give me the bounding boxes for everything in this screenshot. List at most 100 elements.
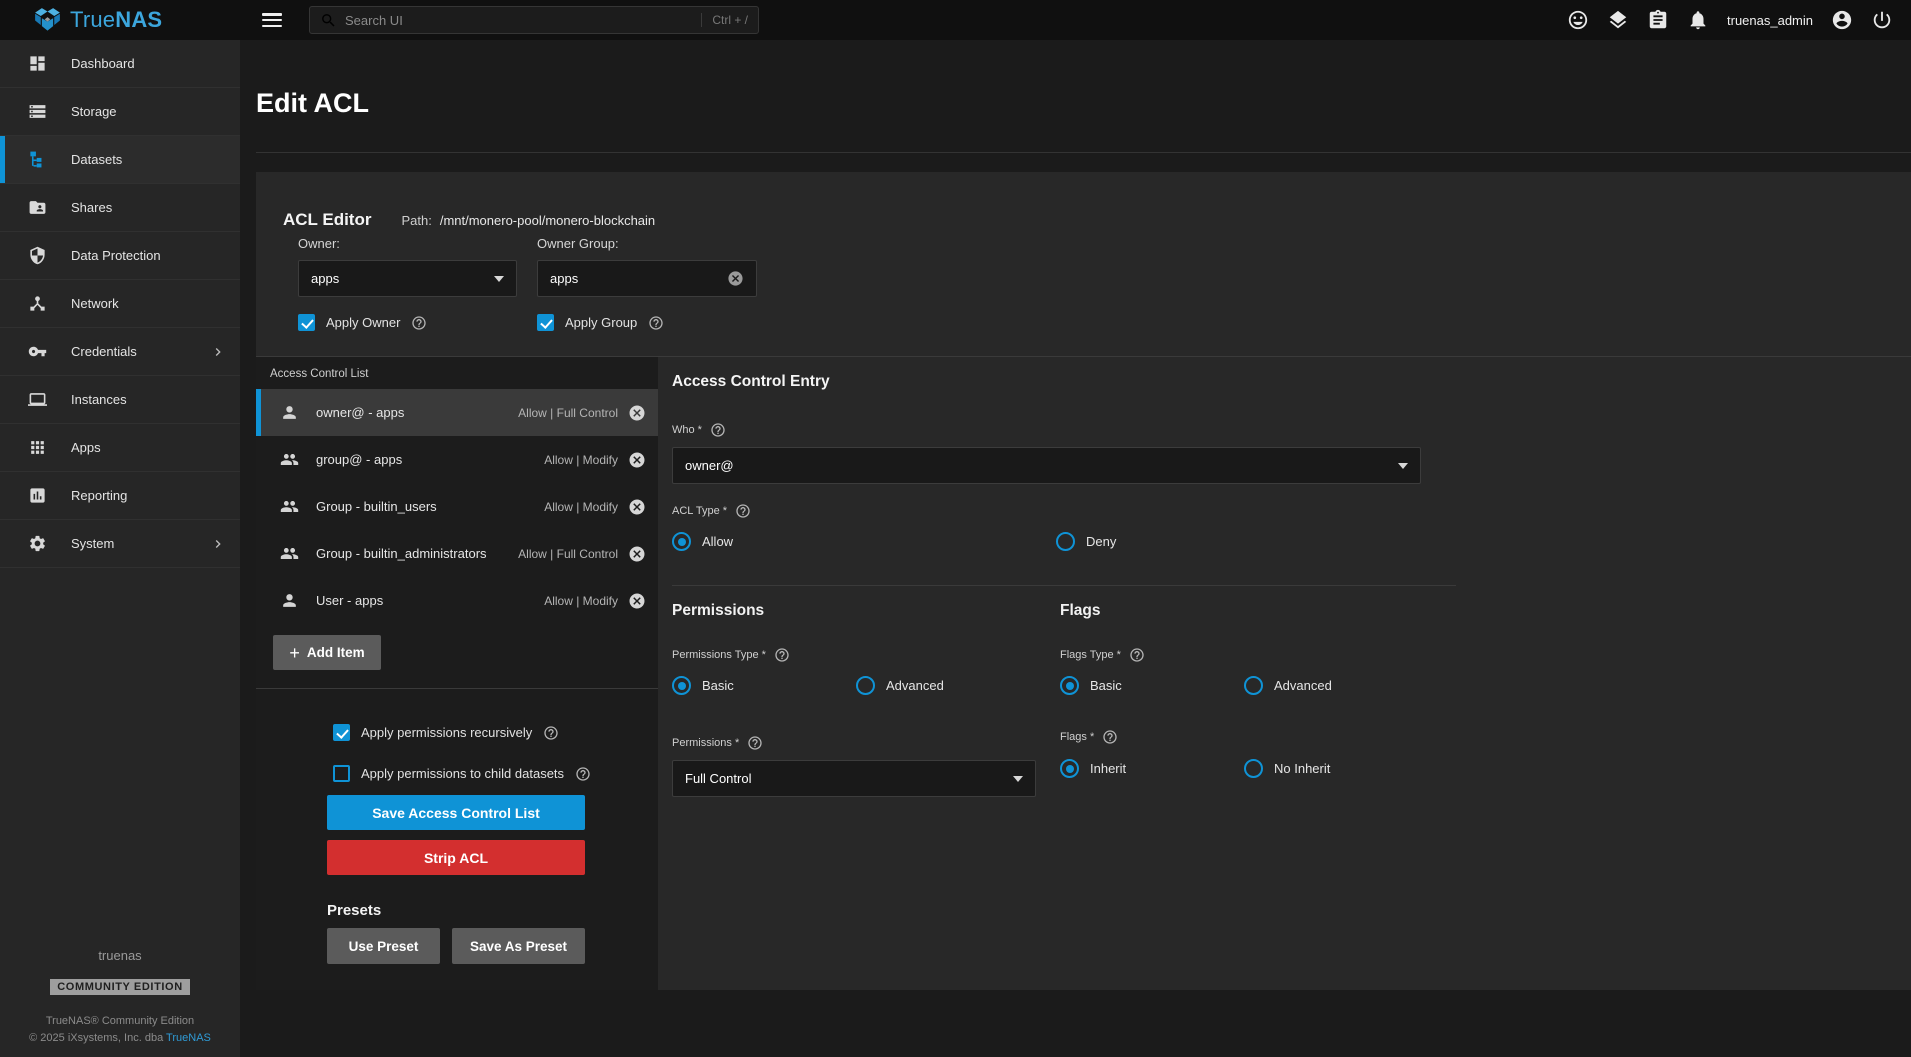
system-gear-icon bbox=[28, 534, 47, 553]
truecommand-layers-icon[interactable] bbox=[1607, 9, 1629, 31]
help-icon[interactable] bbox=[710, 422, 726, 438]
acl-type-label: ACL Type * bbox=[672, 503, 1911, 519]
jobs-clipboard-icon[interactable] bbox=[1647, 9, 1669, 31]
who-select[interactable]: owner@ bbox=[672, 447, 1421, 484]
radio-unselected-icon bbox=[1244, 759, 1263, 778]
acl-type-radio-group: Allow Deny bbox=[672, 532, 1911, 551]
search-shortcut-hint: Ctrl + / bbox=[701, 13, 748, 27]
truenas-app: TrueNAS Ctrl + / truenas_admin Dashboard… bbox=[0, 0, 1911, 1057]
path-label: Path: bbox=[401, 213, 431, 228]
permissions-select[interactable]: Full Control bbox=[672, 760, 1036, 797]
chevron-right-icon bbox=[210, 536, 226, 552]
truenas-link[interactable]: TrueNAS bbox=[166, 1032, 211, 1044]
help-icon[interactable] bbox=[411, 315, 427, 331]
apply-to-children-checkbox[interactable]: Apply permissions to child datasets bbox=[333, 765, 658, 782]
acl-entry-row[interactable]: owner@ - apps Allow | Full Control bbox=[256, 389, 658, 436]
sidebar-item-storage[interactable]: Storage bbox=[0, 88, 240, 136]
apply-recursively-checkbox[interactable]: Apply permissions recursively bbox=[333, 724, 658, 741]
radio-deny[interactable]: Deny bbox=[1056, 532, 1116, 551]
plus-icon: + bbox=[289, 644, 300, 662]
sidebar-item-data-protection[interactable]: Data Protection bbox=[0, 232, 240, 280]
help-icon[interactable] bbox=[575, 766, 591, 782]
permissions-label: Permissions * bbox=[672, 735, 1060, 751]
radio-permissions-basic[interactable]: Basic bbox=[672, 676, 856, 695]
owner-group-input[interactable]: apps bbox=[537, 260, 757, 297]
group-icon bbox=[280, 497, 299, 516]
clear-x-icon[interactable] bbox=[727, 270, 744, 287]
delete-x-icon[interactable] bbox=[628, 404, 646, 422]
dropdown-caret-icon bbox=[1398, 463, 1408, 469]
help-icon[interactable] bbox=[1102, 729, 1118, 745]
help-icon[interactable] bbox=[648, 315, 664, 331]
use-preset-button[interactable]: Use Preset bbox=[327, 928, 440, 964]
truenas-logo[interactable]: TrueNAS bbox=[0, 7, 240, 33]
network-icon bbox=[28, 294, 47, 313]
acl-entry-row[interactable]: group@ - apps Allow | Modify bbox=[256, 436, 658, 483]
permissions-type-label: Permissions Type * bbox=[672, 647, 1060, 663]
acl-editor-card: ACL Editor Path: /mnt/monero-pool/monero… bbox=[256, 172, 1911, 990]
add-item-button[interactable]: + Add Item bbox=[273, 635, 381, 670]
help-icon[interactable] bbox=[735, 503, 751, 519]
delete-x-icon[interactable] bbox=[628, 451, 646, 469]
help-icon[interactable] bbox=[774, 647, 790, 663]
chevron-right-icon bbox=[210, 344, 226, 360]
sidebar-item-credentials[interactable]: Credentials bbox=[0, 328, 240, 376]
delete-x-icon[interactable] bbox=[628, 592, 646, 610]
acl-entry-row[interactable]: Group - builtin_administrators Allow | F… bbox=[256, 530, 658, 577]
group-icon bbox=[280, 544, 299, 563]
owner-select[interactable]: apps bbox=[298, 260, 517, 297]
delete-x-icon[interactable] bbox=[628, 545, 646, 563]
checkbox-checked-icon bbox=[333, 724, 350, 741]
save-as-preset-button[interactable]: Save As Preset bbox=[452, 928, 585, 964]
sidebar-item-instances[interactable]: Instances bbox=[0, 376, 240, 424]
help-icon[interactable] bbox=[747, 735, 763, 751]
flags-type-label: Flags Type * bbox=[1060, 647, 1332, 663]
logo-text: TrueNAS bbox=[70, 7, 162, 33]
owner-field: Owner: apps Apply Owner bbox=[298, 236, 517, 331]
search-input[interactable] bbox=[345, 13, 693, 28]
radio-flags-basic[interactable]: Basic bbox=[1060, 676, 1244, 695]
apply-owner-checkbox[interactable]: Apply Owner bbox=[298, 314, 517, 331]
sidebar-item-reporting[interactable]: Reporting bbox=[0, 472, 240, 520]
who-label: Who * bbox=[672, 422, 1911, 438]
delete-x-icon[interactable] bbox=[628, 498, 646, 516]
save-acl-button[interactable]: Save Access Control List bbox=[327, 795, 585, 830]
user-avatar-icon[interactable] bbox=[1831, 9, 1853, 31]
flags-section: Flags Flags Type * Basic bbox=[1060, 602, 1332, 797]
list-divider bbox=[256, 688, 658, 689]
checkbox-checked-icon bbox=[298, 314, 315, 331]
sidebar-item-shares[interactable]: Shares bbox=[0, 184, 240, 232]
topbar: TrueNAS Ctrl + / truenas_admin bbox=[0, 0, 1911, 40]
radio-no-inherit[interactable]: No Inherit bbox=[1244, 759, 1330, 778]
apply-group-checkbox[interactable]: Apply Group bbox=[537, 314, 757, 331]
title-divider bbox=[256, 152, 1911, 153]
presets-heading: Presets bbox=[327, 902, 658, 919]
acl-entry-row[interactable]: User - apps Allow | Modify bbox=[256, 577, 658, 624]
menu-icon[interactable] bbox=[262, 13, 282, 27]
radio-allow[interactable]: Allow bbox=[672, 532, 1056, 551]
strip-acl-button[interactable]: Strip ACL bbox=[327, 840, 585, 875]
radio-flags-advanced[interactable]: Advanced bbox=[1244, 676, 1332, 695]
storage-icon bbox=[28, 102, 47, 121]
form-divider bbox=[672, 585, 1456, 586]
flags-heading: Flags bbox=[1060, 602, 1332, 620]
sidebar-item-apps[interactable]: Apps bbox=[0, 424, 240, 472]
radio-inherit[interactable]: Inherit bbox=[1060, 759, 1244, 778]
sidebar-item-dashboard[interactable]: Dashboard bbox=[0, 40, 240, 88]
radio-selected-icon bbox=[672, 532, 691, 551]
sidebar-item-network[interactable]: Network bbox=[0, 280, 240, 328]
sidebar-footer: truenas COMMUNITY EDITION TrueNAS® Commu… bbox=[0, 948, 240, 1047]
feedback-smiley-icon[interactable] bbox=[1567, 9, 1589, 31]
help-icon[interactable] bbox=[543, 725, 559, 741]
sidebar-item-datasets[interactable]: Datasets bbox=[0, 136, 240, 184]
radio-permissions-advanced[interactable]: Advanced bbox=[856, 676, 944, 695]
help-icon[interactable] bbox=[1129, 647, 1145, 663]
sidebar-item-system[interactable]: System bbox=[0, 520, 240, 568]
notifications-bell-icon[interactable] bbox=[1687, 9, 1709, 31]
access-control-entry-panel: Access Control Entry Who * owner@ ACL Ty… bbox=[658, 357, 1911, 990]
power-icon[interactable] bbox=[1871, 9, 1893, 31]
footer-copyright-line: © 2025 iXsystems, Inc. dba TrueNAS bbox=[0, 1030, 240, 1047]
checkbox-unchecked-icon bbox=[333, 765, 350, 782]
acl-entry-row[interactable]: Group - builtin_users Allow | Modify bbox=[256, 483, 658, 530]
access-control-list-panel: Access Control List owner@ - apps Allow … bbox=[256, 357, 658, 990]
